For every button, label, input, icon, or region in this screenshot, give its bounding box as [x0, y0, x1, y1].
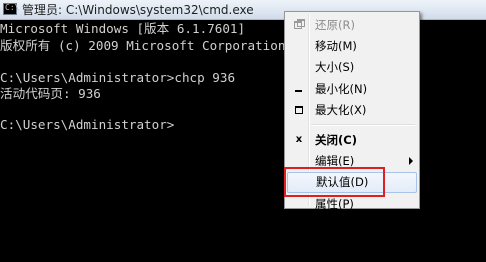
- menu-item-close[interactable]: x 关闭(C): [287, 130, 417, 151]
- menu-item-properties-label: 属性(P): [315, 197, 354, 211]
- window-title: 管理员: C:\Windows\system32\cmd.exe: [22, 3, 254, 17]
- submenu-arrow-icon: [409, 157, 413, 165]
- menu-item-size-label: 大小(S): [315, 60, 355, 74]
- console-line-prompt: C:\Users\Administrator>: [0, 117, 175, 132]
- cmd-app-icon[interactable]: C:\: [3, 3, 20, 15]
- annotation-highlight-box: [284, 167, 385, 197]
- menu-item-move-label: 移动(M): [315, 39, 357, 53]
- restore-icon: [293, 19, 305, 31]
- console-line-chcp-command: C:\Users\Administrator>chcp 936: [0, 70, 236, 85]
- menu-item-maximize[interactable]: 最大化(X): [287, 100, 417, 121]
- menu-item-restore[interactable]: 还原(R): [287, 15, 417, 36]
- menu-item-minimize-label: 最小化(N): [315, 82, 368, 96]
- menu-item-size[interactable]: 大小(S): [287, 57, 417, 78]
- menu-item-close-label: 关闭(C): [315, 133, 357, 147]
- menu-item-restore-label: 还原(R): [315, 18, 355, 32]
- minimize-icon: [293, 83, 305, 95]
- menu-item-maximize-label: 最大化(X): [315, 103, 367, 117]
- menu-separator: [311, 124, 415, 126]
- close-icon: x: [295, 134, 303, 145]
- menu-item-minimize[interactable]: 最小化(N): [287, 79, 417, 100]
- menu-item-properties[interactable]: 属性(P): [287, 194, 417, 215]
- console-line-version: Microsoft Windows [版本 6.1.7601]: [0, 21, 246, 36]
- menu-item-move[interactable]: 移动(M): [287, 36, 417, 57]
- cmd-icon-prompt: C:\: [5, 3, 20, 12]
- maximize-icon: [293, 104, 305, 116]
- console-line-active-codepage: 活动代码页: 936: [0, 86, 101, 101]
- cmd-window: C:\ 管理员: C:\Windows\system32\cmd.exe Mic…: [0, 0, 486, 262]
